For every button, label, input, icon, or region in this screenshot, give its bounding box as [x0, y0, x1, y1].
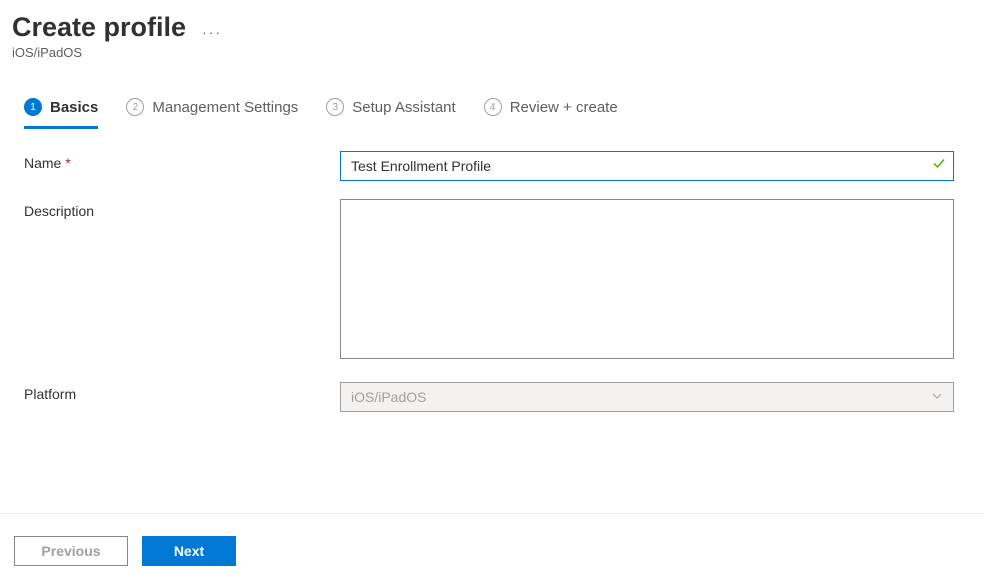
description-label: Description — [24, 199, 340, 219]
tab-step-number: 2 — [126, 98, 144, 116]
form-area: Name* Description Platform iOS/iPadOS — [0, 129, 984, 412]
tab-label: Basics — [50, 99, 98, 116]
page-subtitle: iOS/iPadOS — [12, 45, 972, 60]
more-actions-icon[interactable]: ··· — [202, 24, 222, 40]
chevron-down-icon — [931, 389, 943, 405]
platform-value: iOS/iPadOS — [351, 389, 426, 405]
previous-button: Previous — [14, 536, 128, 566]
name-label: Name* — [24, 151, 340, 171]
page-header: Create profile ··· iOS/iPadOS — [0, 0, 984, 60]
tab-label: Management Settings — [152, 99, 298, 116]
platform-select: iOS/iPadOS — [340, 382, 954, 412]
page-title: Create profile — [12, 12, 186, 43]
tab-label: Review + create — [510, 99, 618, 116]
tab-review-create[interactable]: 4 Review + create — [484, 98, 618, 129]
name-input[interactable] — [340, 151, 954, 181]
tab-basics[interactable]: 1 Basics — [24, 98, 98, 129]
next-button[interactable]: Next — [142, 536, 236, 566]
description-input[interactable] — [340, 199, 954, 359]
platform-label: Platform — [24, 382, 340, 402]
tab-management-settings[interactable]: 2 Management Settings — [126, 98, 298, 129]
footer-buttons: Previous Next — [14, 536, 236, 566]
tab-step-number: 3 — [326, 98, 344, 116]
required-indicator: * — [65, 155, 70, 171]
tab-step-number: 4 — [484, 98, 502, 116]
tab-label: Setup Assistant — [352, 99, 455, 116]
footer-divider — [0, 513, 984, 514]
wizard-tabs: 1 Basics 2 Management Settings 3 Setup A… — [0, 60, 984, 129]
tab-step-number: 1 — [24, 98, 42, 116]
tab-setup-assistant[interactable]: 3 Setup Assistant — [326, 98, 455, 129]
